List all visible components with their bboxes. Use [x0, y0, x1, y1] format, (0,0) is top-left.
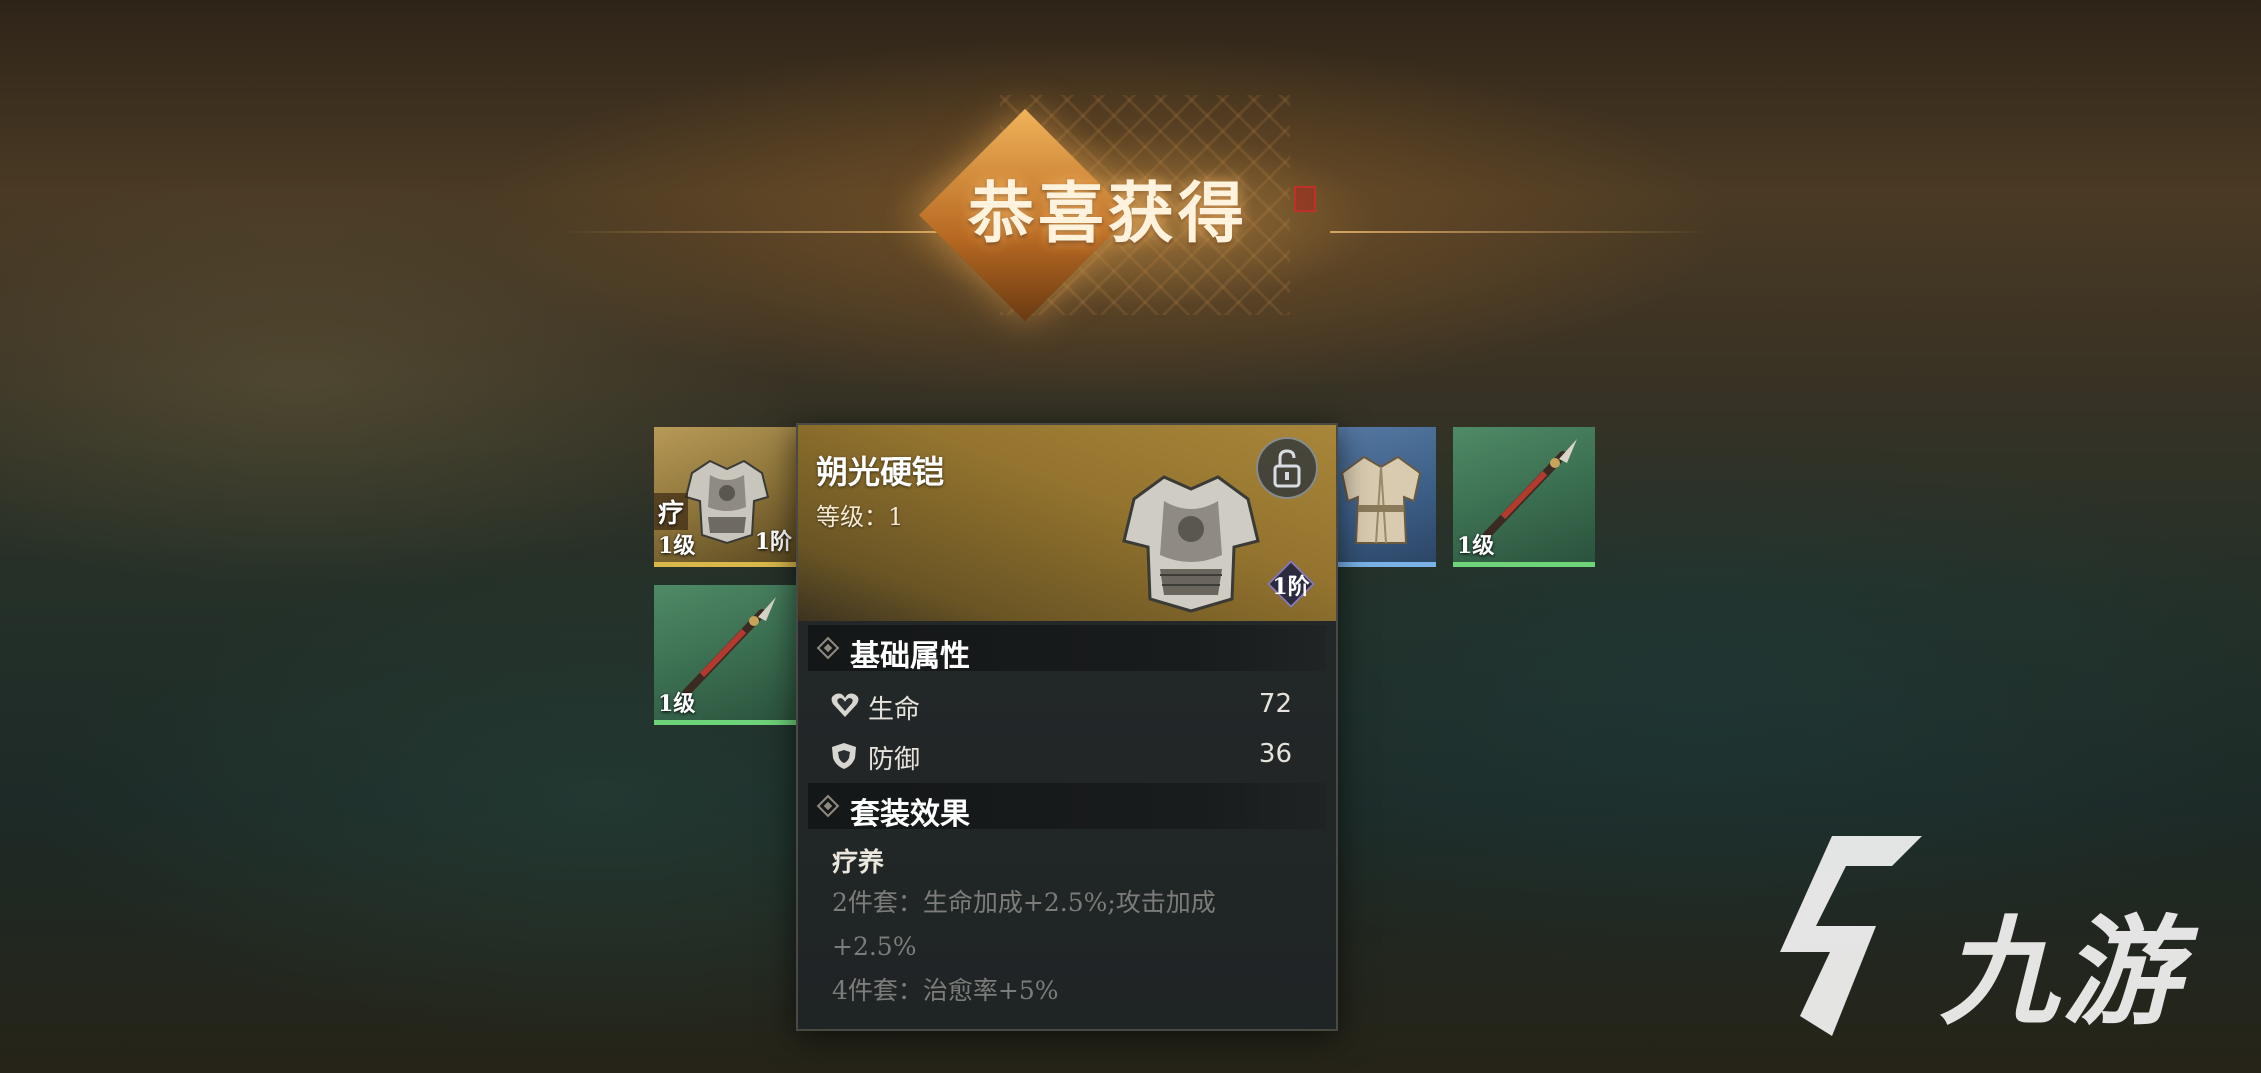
set-name: 疗养: [832, 848, 885, 878]
tier-badge: 1阶: [1264, 559, 1318, 609]
robe-icon: [1340, 455, 1422, 544]
jiuyou-logo-icon: [1780, 836, 1922, 1036]
reward-title: 恭喜获得: [968, 174, 1248, 252]
shield-icon: [832, 743, 856, 769]
stat-label: 防御: [868, 745, 921, 775]
jiuyou-watermark: 九游: [1772, 826, 2242, 1046]
stat-row-defense: 防御 36: [822, 735, 1312, 775]
armor-icon: [1122, 475, 1260, 613]
section-diamond-icon: [816, 794, 840, 818]
item-name: 朔光硬铠: [816, 453, 945, 491]
banner-line-left: [560, 231, 940, 233]
reward-item-spear[interactable]: 1级: [1453, 427, 1595, 567]
set-effect-header: 套装效果: [808, 783, 1326, 832]
reward-item-armor[interactable]: 疗 1级 1阶: [654, 427, 796, 567]
section-title: 基础属性: [850, 639, 970, 674]
item-level: 1级: [658, 533, 696, 559]
set-bonus-line: 4件套：治愈率+5%: [832, 976, 1059, 1005]
set-bonus-line: 2件套：生命加成+2.5%;攻击加成: [832, 888, 1216, 917]
item-set-tag: 疗: [654, 493, 689, 530]
reward-banner: 恭喜获得: [0, 0, 2261, 330]
reward-item-spear[interactable]: 1级: [654, 585, 796, 725]
tooltip-header: 朔光硬铠 等级：1 1阶: [798, 425, 1336, 621]
stat-value: 36: [1258, 739, 1292, 769]
banner-seal-icon: [1294, 186, 1316, 212]
heart-icon: [831, 693, 859, 717]
set-bonus-line: +2.5%: [832, 932, 917, 961]
watermark-text: 九游: [1940, 903, 2185, 1041]
item-tier: 1阶: [754, 529, 792, 555]
section-diamond-icon: [816, 636, 840, 660]
banner-line-right: [1330, 231, 1710, 233]
tier-text: 1阶: [1272, 574, 1310, 600]
item-level-text: 等级：1: [816, 503, 904, 531]
stat-row-hp: 生命 72: [822, 685, 1312, 725]
base-attributes-header: 基础属性: [808, 625, 1326, 674]
section-title: 套装效果: [850, 797, 970, 832]
stat-label: 生命: [868, 695, 921, 725]
item-level: 1级: [658, 691, 696, 717]
item-detail-tooltip: 朔光硬铠 等级：1 1阶 基础属性 生命 72 防御 36 套装效果 疗养 2件…: [796, 423, 1338, 1031]
stat-value: 72: [1258, 689, 1292, 719]
item-level: 1级: [1457, 533, 1495, 559]
